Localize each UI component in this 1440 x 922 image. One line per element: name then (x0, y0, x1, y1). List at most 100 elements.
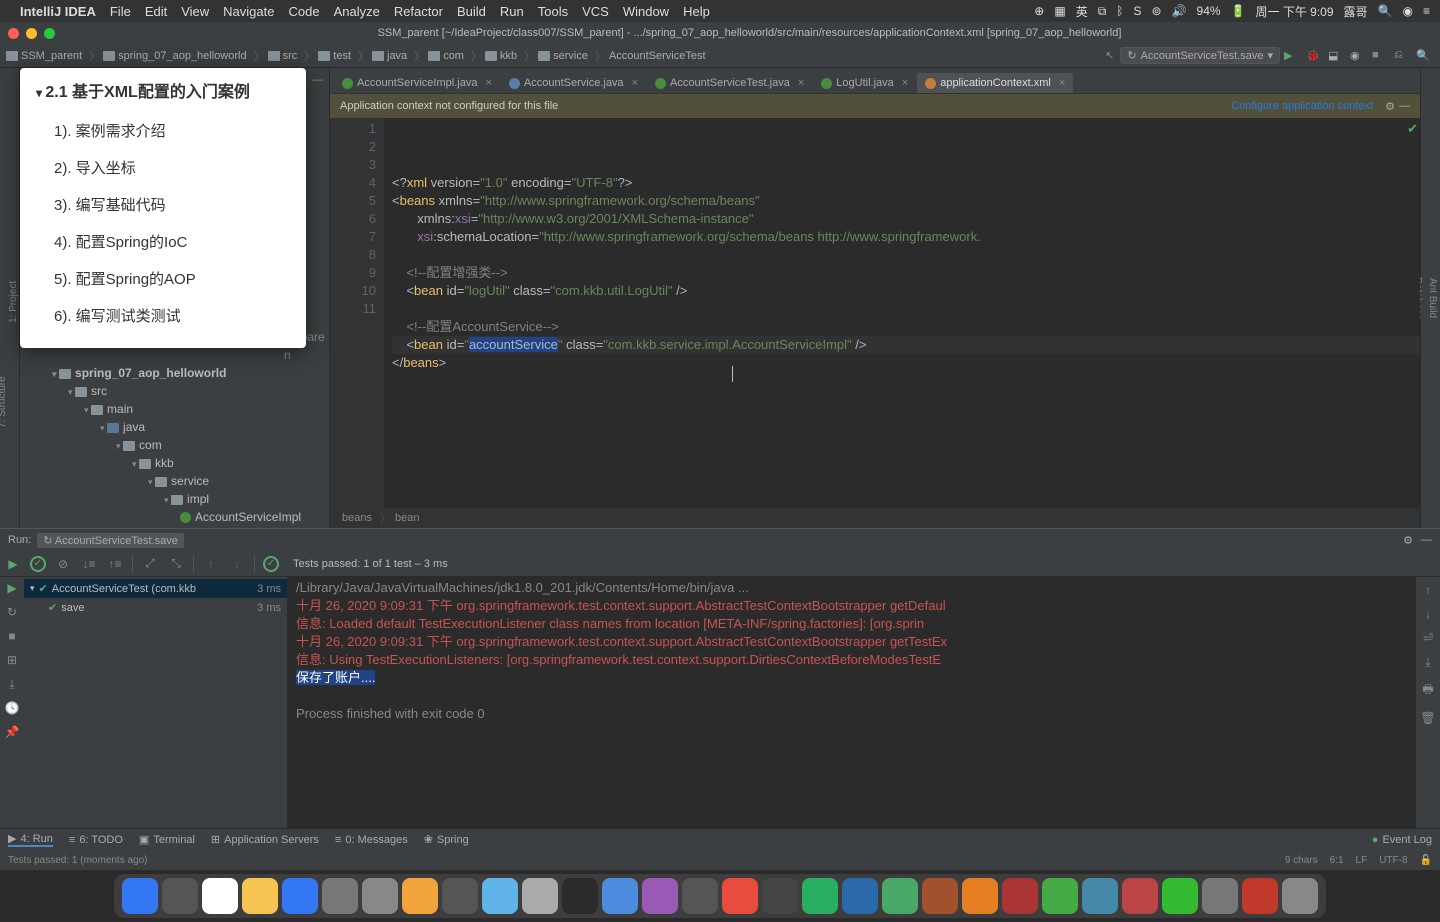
dock-app-icon[interactable] (1282, 878, 1318, 914)
editor-tab[interactable]: AccountServiceTest.java× (647, 73, 812, 93)
close-window-button[interactable] (8, 28, 19, 39)
history-icon[interactable]: 🕓 (4, 701, 20, 717)
vcs-button[interactable]: ⎌ (1394, 49, 1408, 63)
outline-item[interactable]: 2). 导入坐标 (36, 149, 290, 186)
app-name[interactable]: IntelliJ IDEA (20, 4, 96, 19)
menu-tools[interactable]: Tools (538, 4, 568, 19)
sort-button[interactable]: ↓≡ (80, 555, 98, 573)
scroll-icon[interactable]: ⤓ (1425, 655, 1430, 670)
close-icon[interactable]: × (632, 77, 638, 89)
dock-app-icon[interactable] (162, 878, 198, 914)
menu-view[interactable]: View (181, 4, 209, 19)
menu-build[interactable]: Build (457, 4, 486, 19)
event-log-tab[interactable]: ● Event Log (1372, 834, 1432, 846)
status-icon[interactable]: ⧉ (1098, 4, 1107, 19)
coverage-button[interactable]: ⬓ (1328, 49, 1342, 63)
rerun-icon[interactable]: ▶ (4, 581, 20, 597)
clock[interactable]: 周一 下午 9:09 (1256, 3, 1334, 20)
test-tree[interactable]: ▾ ✔ AccountServiceTest (com.kkb 3 ms ✔ s… (24, 577, 288, 828)
tool-tab-project[interactable]: 1: Project (8, 76, 19, 528)
rerun-button[interactable]: ▶ (4, 555, 22, 573)
code-editor[interactable]: 1234567891011 <?xml version="1.0" encodi… (330, 118, 1420, 508)
show-ignored-button[interactable]: ⊘ (54, 555, 72, 573)
export-icon[interactable]: ⤓ (4, 677, 20, 693)
expand-all-button[interactable]: ⤢ (141, 555, 159, 573)
wrap-icon[interactable]: ⏎ (1423, 631, 1433, 645)
tree-node[interactable]: src (24, 382, 325, 400)
dock-app-icon[interactable] (1242, 878, 1278, 914)
stop-icon[interactable]: ■ (4, 629, 20, 645)
menu-navigate[interactable]: Navigate (223, 4, 274, 19)
editor-tab-active[interactable]: applicationContext.xml× (917, 73, 1073, 93)
battery-percent[interactable]: 94% (1197, 4, 1221, 18)
tree-node[interactable]: spring_07_aop_helloworld (24, 364, 325, 382)
minimize-window-button[interactable] (26, 28, 37, 39)
crumb[interactable]: spring_07_aop_helloworld (103, 50, 246, 62)
tree-node[interactable]: AccountServiceImpl (24, 508, 325, 526)
menu-refactor[interactable]: Refactor (394, 4, 443, 19)
dock-app-icon[interactable] (202, 878, 238, 914)
dock-app-icon[interactable] (362, 878, 398, 914)
dock-app-icon[interactable] (802, 878, 838, 914)
dock-app-icon[interactable] (682, 878, 718, 914)
menu-run[interactable]: Run (500, 4, 524, 19)
test-tree-row[interactable]: ✔ save 3 ms (24, 598, 287, 617)
dock-app-icon[interactable] (282, 878, 318, 914)
close-icon[interactable]: × (1059, 77, 1065, 89)
next-test-button[interactable]: ↓ (228, 555, 246, 573)
crumb[interactable]: com (428, 50, 464, 62)
tool-tab-todo[interactable]: ≡ 6: TODO (69, 834, 123, 846)
tree-node[interactable]: service (24, 472, 325, 490)
dock-app-icon[interactable] (402, 878, 438, 914)
tree-node[interactable]: main (24, 400, 325, 418)
crumb[interactable]: service (538, 50, 588, 62)
menu-help[interactable]: Help (683, 4, 710, 19)
battery-icon[interactable]: 🔋 (1231, 4, 1246, 18)
crumb[interactable]: src (268, 50, 298, 62)
editor-tab[interactable]: AccountService.java× (501, 73, 646, 93)
siri-icon[interactable]: ◉ (1403, 4, 1413, 18)
input-method-icon[interactable]: 英 (1076, 3, 1088, 20)
dock-app-icon[interactable] (1042, 878, 1078, 914)
status-lineending[interactable]: LF (1356, 855, 1368, 866)
crumb[interactable]: SSM_parent (6, 50, 82, 62)
status-pos[interactable]: 6:1 (1330, 855, 1344, 866)
dock-app-icon[interactable] (1162, 878, 1198, 914)
dock-app-icon[interactable] (562, 878, 598, 914)
tree-node-peek[interactable]: n (24, 346, 325, 364)
pin-icon[interactable]: 📌 (4, 725, 20, 741)
stop-button[interactable]: ■ (1372, 49, 1386, 63)
crumb[interactable]: kkb (485, 50, 517, 62)
clear-icon[interactable]: 🗑 (1420, 711, 1435, 725)
tree-node[interactable]: kkb (24, 454, 325, 472)
close-icon[interactable]: × (798, 77, 804, 89)
dock-app-icon[interactable] (482, 878, 518, 914)
outline-item[interactable]: 5). 配置Spring的AOP (36, 260, 290, 297)
project-tree[interactable]: M_parent n spring_07_aop_helloworld src … (20, 322, 329, 532)
toggle-pass-button[interactable]: ✓ (30, 556, 46, 572)
configure-context-link[interactable]: Configure application context (1231, 100, 1373, 112)
gear-icon[interactable]: ⚙ (1403, 534, 1413, 547)
dock-app-icon[interactable] (322, 878, 358, 914)
debug-button[interactable]: 🐞 (1306, 49, 1320, 63)
dock-app-icon[interactable] (882, 878, 918, 914)
run-tab[interactable]: ↻ AccountServiceTest.save (37, 533, 184, 548)
editor-tab[interactable]: AccountServiceImpl.java× (334, 73, 500, 93)
tool-tab-run[interactable]: ▶ 4: Run (8, 832, 53, 847)
inspection-ok-icon[interactable]: ✔ (1407, 120, 1418, 138)
user-name[interactable]: 露哥 (1344, 3, 1368, 20)
tree-node[interactable]: java (24, 418, 325, 436)
menu-vcs[interactable]: VCS (582, 4, 609, 19)
dock-app-icon[interactable] (522, 878, 558, 914)
notifications-icon[interactable]: ≡ (1423, 4, 1430, 18)
crumb[interactable]: AccountServiceTest (609, 50, 706, 62)
profile-button[interactable]: ◉ (1350, 49, 1364, 63)
dock-app-icon[interactable] (762, 878, 798, 914)
tool-tab-ant[interactable]: Ant Build (1425, 68, 1440, 528)
collapse-all-button[interactable]: ⤡ (167, 555, 185, 573)
search-button[interactable]: 🔍 (1416, 49, 1430, 63)
dock-app-icon[interactable] (122, 878, 158, 914)
print-icon[interactable]: 🖶 (1422, 680, 1433, 701)
close-icon[interactable]: × (902, 77, 908, 89)
tree-node[interactable]: impl (24, 490, 325, 508)
